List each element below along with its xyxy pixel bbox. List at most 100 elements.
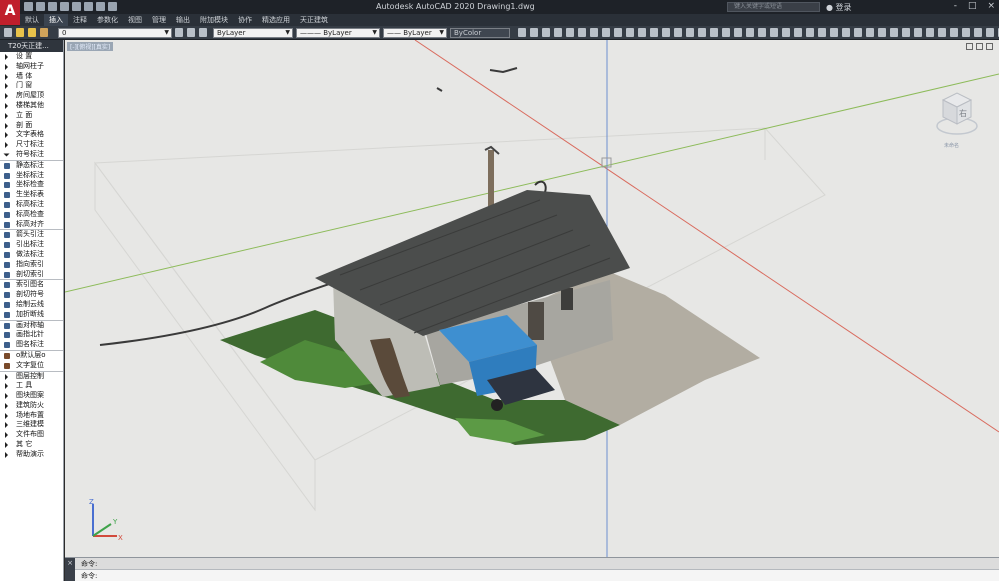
redo-icon[interactable] bbox=[108, 2, 117, 11]
column-icon[interactable] bbox=[542, 28, 550, 37]
mirror-icon[interactable] bbox=[794, 28, 802, 37]
palette-item[interactable]: 坐标标注 bbox=[0, 171, 63, 181]
palette-item[interactable]: 楼梯其他 bbox=[0, 101, 63, 111]
dim-icon[interactable] bbox=[518, 28, 526, 37]
ribbon-tab[interactable]: 协作 bbox=[233, 14, 257, 26]
extend-icon[interactable] bbox=[830, 28, 838, 37]
text-icon[interactable] bbox=[614, 28, 622, 37]
ortho-icon[interactable] bbox=[938, 28, 946, 37]
palette-item[interactable]: 静态标注 bbox=[0, 161, 63, 171]
palette-item[interactable]: 箭头引注 bbox=[0, 230, 63, 240]
trim-icon[interactable] bbox=[818, 28, 826, 37]
minimize-button[interactable]: - bbox=[954, 1, 957, 11]
palette-item[interactable]: 引出标注 bbox=[0, 240, 63, 250]
palette-item[interactable]: 剖切索引 bbox=[0, 270, 63, 280]
layer-previous-icon[interactable] bbox=[199, 28, 207, 37]
hatch-icon[interactable] bbox=[638, 28, 646, 37]
ribbon-tab[interactable]: 管理 bbox=[147, 14, 171, 26]
palette-item[interactable]: 文件布图 bbox=[0, 430, 63, 440]
ribbon-tab[interactable]: 附加模块 bbox=[195, 14, 233, 26]
palette-item[interactable]: 坐标检查 bbox=[0, 180, 63, 190]
viewport-controls-label[interactable]: [-][俯视][真实] bbox=[67, 42, 114, 51]
new-file-icon[interactable] bbox=[24, 2, 33, 11]
layer-properties-icon[interactable] bbox=[4, 28, 12, 37]
palette-item[interactable]: 帮助演示 bbox=[0, 450, 63, 460]
axis-icon[interactable] bbox=[686, 28, 694, 37]
search-input[interactable]: 键入关键字或短语 bbox=[727, 2, 820, 12]
palette-item[interactable]: 标高对齐 bbox=[0, 220, 63, 230]
palette-item[interactable]: 符号标注 bbox=[0, 150, 63, 160]
palette-item[interactable]: 指向索引 bbox=[0, 260, 63, 270]
palette-item[interactable]: 索引图名 bbox=[0, 280, 63, 290]
viewcube[interactable]: 右 bbox=[935, 80, 979, 146]
web-mobile-icon[interactable] bbox=[72, 2, 81, 11]
palette-item[interactable]: 房间屋顶 bbox=[0, 91, 63, 101]
measure-icon[interactable] bbox=[914, 28, 922, 37]
stretch-icon[interactable] bbox=[890, 28, 898, 37]
palette-item[interactable]: 尺寸标注 bbox=[0, 140, 63, 150]
palette-item[interactable]: o默认层o bbox=[0, 351, 63, 361]
ribbon-tab[interactable]: 天正建筑 bbox=[295, 14, 333, 26]
ribbon-tab[interactable]: 默认 bbox=[20, 14, 44, 26]
palette-item[interactable]: 墙 体 bbox=[0, 72, 63, 82]
rotate-icon[interactable] bbox=[782, 28, 790, 37]
line-icon[interactable] bbox=[698, 28, 706, 37]
erase-icon[interactable] bbox=[854, 28, 862, 37]
palette-item[interactable]: 做法标注 bbox=[0, 250, 63, 260]
palette-item[interactable]: 三维建模 bbox=[0, 420, 63, 430]
drawing-viewport[interactable]: [-][俯视][真实] 右 未命名 Z Y X bbox=[65, 40, 999, 557]
palette-item[interactable]: 工 具 bbox=[0, 381, 63, 391]
ribbon-tab[interactable]: 精选应用 bbox=[257, 14, 295, 26]
ribbon-tab[interactable]: 插入 bbox=[44, 14, 68, 26]
layer-dropdown[interactable]: 0 ▼ bbox=[58, 28, 172, 38]
window-icon[interactable] bbox=[566, 28, 574, 37]
explode-icon[interactable] bbox=[866, 28, 874, 37]
save-as-icon[interactable] bbox=[60, 2, 69, 11]
palette-item[interactable]: 立 面 bbox=[0, 111, 63, 121]
minimize-viewport-icon[interactable] bbox=[966, 43, 973, 50]
palette-item[interactable]: 设 置 bbox=[0, 52, 63, 62]
maximize-button[interactable]: □ bbox=[968, 1, 977, 11]
palette-item[interactable]: 场地布置 bbox=[0, 411, 63, 421]
ribbon-tab[interactable]: 视图 bbox=[123, 14, 147, 26]
wall-icon[interactable] bbox=[530, 28, 538, 37]
undo-icon[interactable] bbox=[96, 2, 105, 11]
ribbon-tab[interactable]: 参数化 bbox=[92, 14, 123, 26]
move-icon[interactable] bbox=[758, 28, 766, 37]
scale-icon[interactable] bbox=[878, 28, 886, 37]
stair-icon[interactable] bbox=[578, 28, 586, 37]
close-button[interactable]: × bbox=[987, 1, 995, 11]
palette-item[interactable]: 图块图案 bbox=[0, 391, 63, 401]
palette-item[interactable]: 文字复位 bbox=[0, 361, 63, 371]
polyline-icon[interactable] bbox=[710, 28, 718, 37]
section-icon[interactable] bbox=[662, 28, 670, 37]
bulb-icon[interactable] bbox=[16, 28, 24, 37]
palette-item[interactable]: 标高标注 bbox=[0, 200, 63, 210]
offset-icon[interactable] bbox=[806, 28, 814, 37]
lock-icon[interactable] bbox=[40, 28, 48, 37]
circle-icon[interactable] bbox=[734, 28, 742, 37]
lineweight-dropdown[interactable]: —— ByLayer ▼ bbox=[383, 28, 447, 38]
palette-item[interactable]: 标高检查 bbox=[0, 210, 63, 220]
palette-item[interactable]: 轴网柱子 bbox=[0, 62, 63, 72]
palette-item[interactable]: 图层控制 bbox=[0, 372, 63, 382]
ribbon-tab[interactable]: 输出 bbox=[171, 14, 195, 26]
save-icon[interactable] bbox=[48, 2, 57, 11]
plot-icon[interactable] bbox=[84, 2, 93, 11]
osnap-icon[interactable] bbox=[926, 28, 934, 37]
rect-icon[interactable] bbox=[746, 28, 754, 37]
elevation-icon[interactable] bbox=[674, 28, 682, 37]
palette-item[interactable]: 剖 面 bbox=[0, 121, 63, 131]
roof-icon[interactable] bbox=[602, 28, 610, 37]
fillet-icon[interactable] bbox=[842, 28, 850, 37]
arc-icon[interactable] bbox=[722, 28, 730, 37]
palette-item[interactable]: 门 窗 bbox=[0, 81, 63, 91]
linetype-dropdown[interactable]: ——— ByLayer ▼ bbox=[296, 28, 380, 38]
color-dropdown[interactable]: ByLayer ▼ bbox=[213, 28, 293, 38]
palette-item[interactable]: 画对称轴 bbox=[0, 321, 63, 331]
copy-icon[interactable] bbox=[770, 28, 778, 37]
table-icon[interactable] bbox=[626, 28, 634, 37]
array-icon[interactable] bbox=[902, 28, 910, 37]
lineweight-toggle-icon[interactable] bbox=[986, 28, 994, 37]
match-layer-icon[interactable] bbox=[187, 28, 195, 37]
